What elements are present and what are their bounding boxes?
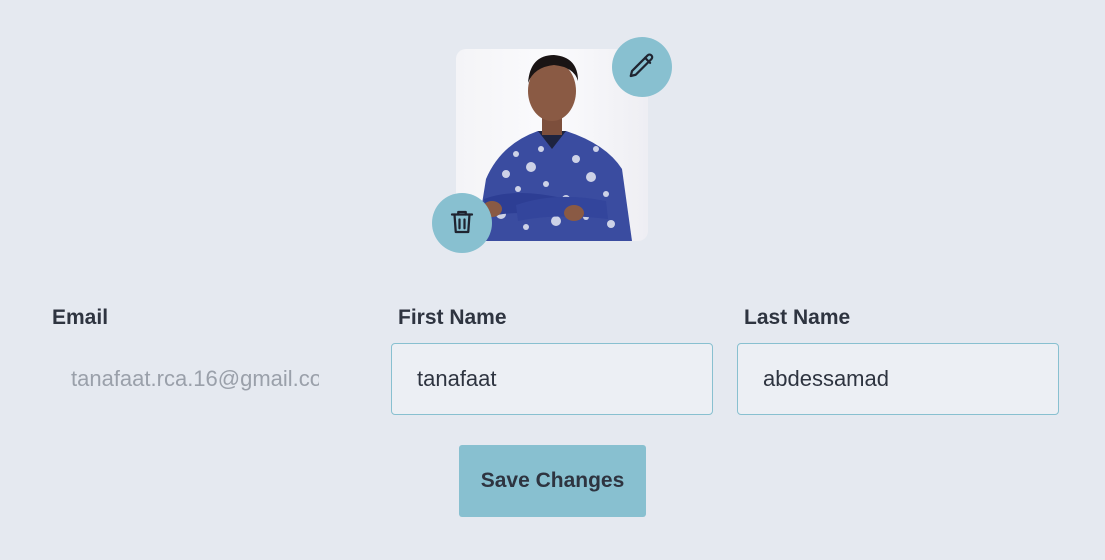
- save-changes-button[interactable]: Save Changes: [459, 445, 646, 517]
- profile-settings-page: Email First Name Last Name Save Changes: [0, 0, 1105, 560]
- first-name-input[interactable]: [391, 343, 713, 415]
- trash-icon: [447, 207, 477, 240]
- edit-avatar-button[interactable]: [612, 37, 672, 97]
- last-name-label: Last Name: [744, 306, 851, 329]
- first-name-label: First Name: [398, 306, 507, 329]
- email-label: Email: [52, 306, 109, 329]
- email-field: [45, 343, 345, 415]
- last-name-input[interactable]: [737, 343, 1059, 415]
- delete-avatar-button[interactable]: [432, 193, 492, 253]
- pencil-icon: [627, 51, 657, 84]
